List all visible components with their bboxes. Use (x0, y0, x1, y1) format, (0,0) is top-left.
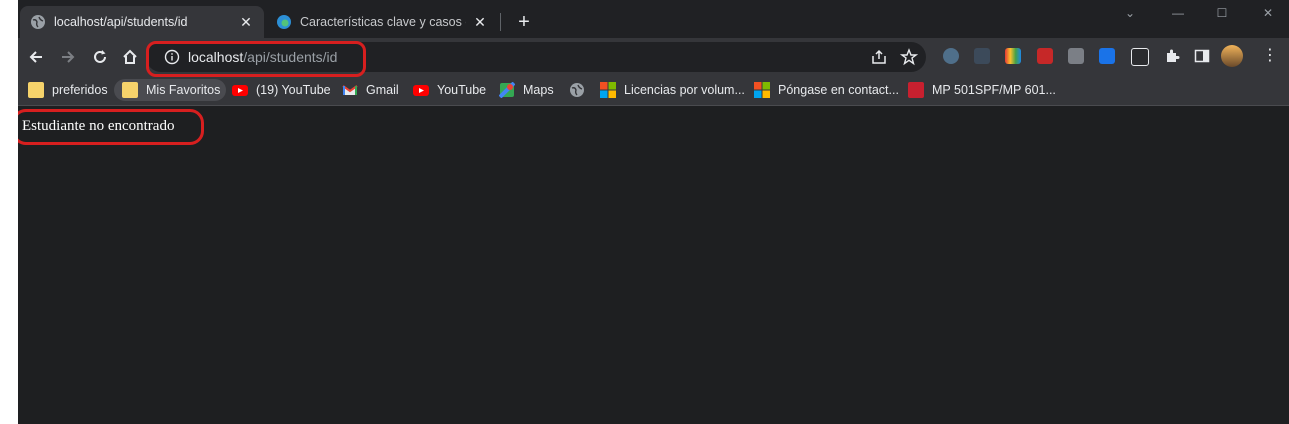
bookmark-label: Gmail (366, 83, 399, 97)
tab-separator (500, 13, 501, 31)
side-panel-icon[interactable] (1194, 48, 1210, 64)
close-icon[interactable]: ✕ (472, 14, 488, 31)
puzzle-extension-icon[interactable] (1068, 48, 1084, 64)
annotation-circle-url (146, 41, 366, 77)
bookmark-globe[interactable] (569, 79, 593, 101)
arrow-left-icon (29, 51, 42, 63)
browser-window: localhost/api/students/id ✕ Característi… (18, 0, 1289, 424)
microsoft-icon (754, 82, 770, 98)
avatar[interactable] (1221, 45, 1243, 67)
gnome-extension-icon[interactable] (1131, 48, 1149, 66)
tab-strip: localhost/api/students/id ✕ Característi… (18, 0, 1289, 38)
bookmark-gmail[interactable]: Gmail (342, 79, 399, 101)
bookmark-licencias[interactable]: Licencias por volum... (600, 79, 745, 101)
page-content: Estudiante no encontrado (18, 106, 1289, 424)
reload-button[interactable] (86, 43, 114, 71)
youtube-icon (413, 85, 429, 96)
bookmark-label: Licencias por volum... (624, 83, 745, 97)
new-tab-button[interactable]: + (511, 9, 537, 35)
extensions-icon[interactable] (1163, 47, 1181, 65)
bookmark-maps[interactable]: Maps (499, 79, 554, 101)
bookmark-label: Póngase en contact... (778, 83, 899, 97)
bookmark-youtube[interactable]: YouTube (413, 79, 486, 101)
annotation-circle-message (18, 109, 204, 145)
bookmarks-bar: preferidos Mis Favoritos (19) YouTube Gm… (18, 75, 1289, 106)
gmail-icon (342, 85, 358, 95)
tab-caracteristicas[interactable]: Características clave y casos de u ✕ (266, 6, 498, 38)
chevron-down-icon[interactable]: ⌄ (1118, 4, 1142, 22)
bookmark-label: Maps (523, 83, 554, 97)
translate-extension-icon[interactable] (1099, 48, 1115, 64)
bookmark-pongase[interactable]: Póngase en contact... (754, 79, 899, 101)
forward-button[interactable] (54, 43, 82, 71)
printer-icon (908, 82, 924, 98)
calendar-extension-icon[interactable] (1037, 48, 1053, 64)
bookmark-label: (19) YouTube (256, 83, 331, 97)
bookmark-preferidos[interactable]: preferidos (28, 79, 108, 101)
home-button[interactable] (116, 43, 144, 71)
close-icon[interactable]: ✕ (238, 14, 254, 31)
bookmark-label: MP 501SPF/MP 601... (932, 83, 1056, 97)
maximize-button[interactable]: ☐ (1210, 4, 1234, 22)
arrow-right-icon (62, 51, 75, 63)
spy-extension-icon[interactable] (943, 48, 959, 64)
tab-localhost[interactable]: localhost/api/students/id ✕ (20, 6, 264, 38)
menu-icon[interactable]: ⋮ (1262, 47, 1278, 65)
folder-icon (28, 82, 44, 98)
edge-icon (277, 15, 291, 29)
youtube-icon (232, 85, 248, 96)
bookmark-label: YouTube (437, 83, 487, 97)
star-icon[interactable] (900, 48, 918, 66)
reload-icon (94, 50, 106, 63)
tab-title: localhost/api/students/id (54, 15, 188, 29)
globe-icon (31, 15, 45, 29)
bookmark-label: Mis Favoritos (146, 83, 221, 97)
close-window-button[interactable]: ✕ (1256, 4, 1280, 22)
maps-icon (499, 82, 515, 98)
microsoft-icon (600, 82, 616, 98)
bookmark-mis-favoritos[interactable]: Mis Favoritos (114, 79, 227, 101)
bookmark-mp-printer[interactable]: MP 501SPF/MP 601... (908, 79, 1056, 101)
home-icon (123, 49, 137, 64)
share-icon[interactable] (870, 48, 888, 66)
tab-title: Características clave y casos de u (300, 15, 466, 29)
bookmark-label: preferidos (52, 83, 108, 97)
globe-icon (570, 83, 584, 97)
back-button[interactable] (22, 43, 50, 71)
minimize-button[interactable]: — (1166, 4, 1190, 22)
dots-extension-icon[interactable] (974, 48, 990, 64)
folder-icon (122, 82, 138, 98)
bookmark-youtube-19[interactable]: (19) YouTube (232, 79, 331, 101)
color-extension-icon[interactable] (1005, 48, 1021, 64)
